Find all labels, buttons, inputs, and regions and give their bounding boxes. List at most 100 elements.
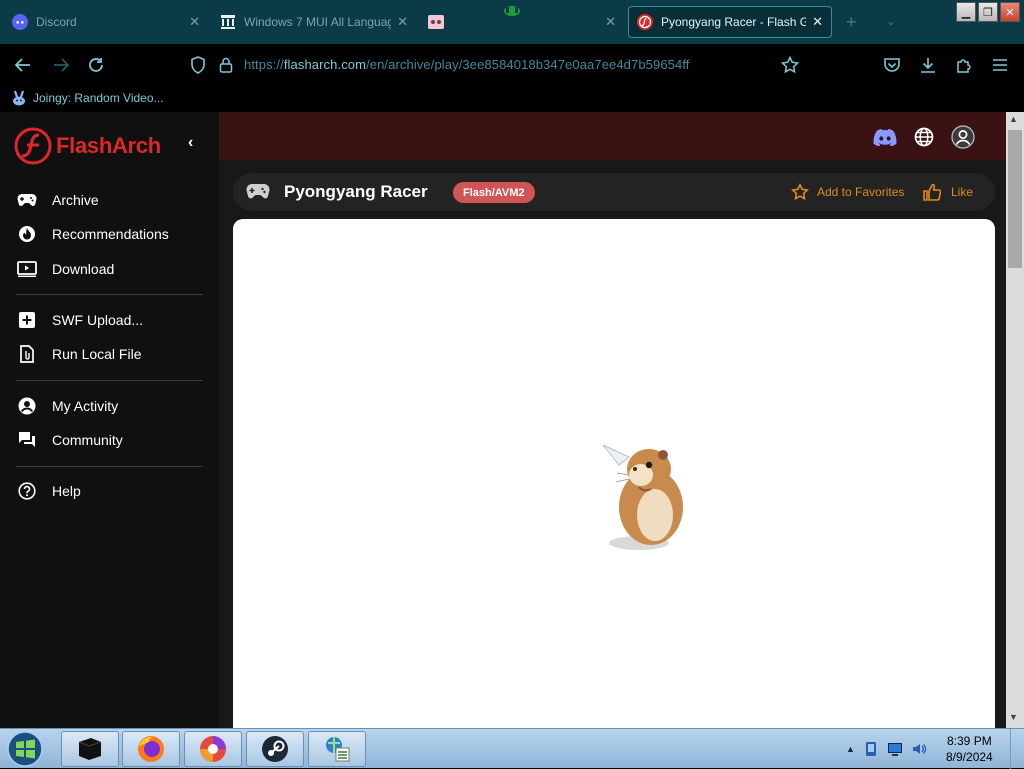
url-path: /en/archive/play/3ee8584018b347e0aa7ee4d… <box>366 57 690 72</box>
restore-button[interactable]: ❐ <box>978 2 998 22</box>
thumbs-up-icon <box>923 183 941 201</box>
windows-taskbar: ▲ 8:39 PM 8/9/2024 <box>0 728 1024 769</box>
anime-favicon <box>428 14 444 30</box>
clock-date: 8/9/2024 <box>946 750 993 764</box>
network-monitor-icon[interactable] <box>887 741 903 757</box>
like-button[interactable]: Like <box>923 183 973 201</box>
game-title: Pyongyang Racer <box>284 182 428 201</box>
show-hidden-icons-icon[interactable]: ▲ <box>846 744 855 754</box>
tab-pyongyang-racer[interactable]: Pyongyang Racer - Flash Game ✕ <box>628 6 832 38</box>
reload-icon[interactable] <box>85 54 107 76</box>
tab-label: Pyongyang Racer - Flash Game <box>661 15 806 29</box>
archive-building-icon <box>220 14 236 30</box>
add-to-favorites-button[interactable]: Add to Favorites <box>791 183 904 201</box>
pocket-icon[interactable] <box>881 54 903 76</box>
lock-icon[interactable] <box>215 54 237 76</box>
tab-label: Discord <box>36 15 77 29</box>
sidebar-item-label: Run Local File <box>52 346 142 362</box>
logo-text: FlashArch <box>56 133 161 158</box>
tab-discord[interactable]: Discord ✕ <box>4 6 208 38</box>
download-icon[interactable] <box>917 54 939 76</box>
forward-arrow-icon[interactable] <box>50 54 72 76</box>
scrollbar-thumb[interactable] <box>1008 130 1022 268</box>
flash-game-canvas[interactable] <box>233 219 995 728</box>
scroll-down-arrow-icon[interactable]: ▼ <box>1009 712 1018 722</box>
site-header <box>219 112 1006 160</box>
sidebar-item-swf-upload[interactable]: SWF Upload... <box>16 308 143 332</box>
chevron-left-icon[interactable]: ‹ <box>188 134 193 152</box>
taskbar-firefox[interactable] <box>122 731 180 767</box>
account-circle-icon <box>16 395 38 417</box>
sidebar-item-help[interactable]: Help <box>16 479 81 503</box>
show-desktop-button[interactable] <box>1010 729 1024 769</box>
main-content: Pyongyang Racer Flash/AVM2 Add to Favori… <box>219 112 1006 728</box>
sidebar-item-download[interactable]: Download <box>16 257 114 281</box>
sidebar-item-label: Community <box>52 432 123 448</box>
scroll-up-arrow-icon[interactable]: ▲ <box>1009 114 1018 124</box>
sidebar-divider <box>16 380 203 381</box>
gamepad-icon <box>246 184 270 199</box>
sidebar-item-archive[interactable]: Archive <box>16 188 99 212</box>
minimize-button[interactable]: ▁ <box>956 2 976 22</box>
page-scrollbar[interactable]: ▲ ▼ <box>1006 112 1024 728</box>
new-tab-icon[interactable]: + <box>846 12 857 33</box>
discord-icon[interactable] <box>873 125 897 149</box>
game-title-bar: Pyongyang Racer Flash/AVM2 Add to Favori… <box>233 173 995 211</box>
user-avatar-icon[interactable] <box>951 125 975 149</box>
back-arrow-icon[interactable] <box>12 54 34 76</box>
sidebar: FlashArch ‹ Archive Recommendations Down… <box>0 112 219 728</box>
taskbar-network-app[interactable] <box>308 731 366 767</box>
firefox-icon <box>138 736 164 762</box>
bunny-icon <box>13 90 25 106</box>
sidebar-item-run-local-file[interactable]: Run Local File <box>16 342 142 366</box>
tab-label: Windows 7 MUI All Languages <box>244 15 392 29</box>
start-button[interactable] <box>5 730 45 768</box>
sidebar-item-label: Download <box>52 261 115 277</box>
close-tab-icon[interactable]: ✕ <box>812 14 823 30</box>
url-host: flasharch.com <box>283 57 367 72</box>
sidebar-item-label: Help <box>52 483 81 499</box>
browser-tab-bar: Discord ✕ Windows 7 MUI All Languages ✕ … <box>0 0 1024 44</box>
flasharch-logo[interactable]: FlashArch <box>13 126 161 166</box>
globe-icon[interactable] <box>912 125 936 149</box>
fire-icon <box>16 223 38 245</box>
close-tab-icon[interactable]: ✕ <box>397 14 408 30</box>
sidebar-divider <box>16 466 203 467</box>
steam-icon <box>262 736 288 762</box>
browser-nav-bar: https://flasharch.com/en/archive/play/3e… <box>0 44 1024 86</box>
sidebar-item-label: Archive <box>52 192 99 208</box>
bookmark-label: Joingy: Random Video... <box>33 91 164 105</box>
url-prefix: https:// <box>244 57 284 72</box>
platform-badge: Flash/AVM2 <box>453 182 535 203</box>
flasharch-logo-icon <box>14 127 52 165</box>
phone-device-icon[interactable] <box>863 741 879 757</box>
hamburger-menu-icon[interactable] <box>989 54 1011 76</box>
sidebar-item-community[interactable]: Community <box>16 428 123 452</box>
tab-anime[interactable]: ✕ <box>420 6 624 38</box>
bookmark-star-icon[interactable] <box>779 54 801 76</box>
taskbar-steam[interactable] <box>246 731 304 767</box>
system-clock[interactable]: 8:39 PM 8/9/2024 <box>946 733 993 765</box>
sidebar-item-label: Recommendations <box>52 226 169 242</box>
black-cube-icon <box>78 738 102 760</box>
star-icon <box>791 183 809 201</box>
shield-icon[interactable] <box>187 54 209 76</box>
bookmark-joingy[interactable]: Joingy: Random Video... <box>10 90 164 106</box>
extensions-icon[interactable] <box>953 54 975 76</box>
sidebar-item-recommendations[interactable]: Recommendations <box>16 222 169 246</box>
plus-box-icon <box>16 309 38 331</box>
chevron-down-icon[interactable]: ⌄ <box>886 14 896 28</box>
sidebar-divider <box>16 294 203 295</box>
sidebar-item-my-activity[interactable]: My Activity <box>16 394 118 418</box>
play-box-icon <box>16 258 38 280</box>
help-circle-icon <box>16 480 38 502</box>
forum-icon <box>16 429 38 451</box>
taskbar-cube-app[interactable] <box>61 731 119 767</box>
close-window-button[interactable]: ✕ <box>1000 2 1020 22</box>
volume-speaker-icon[interactable] <box>911 741 927 757</box>
tab-windows7-mui[interactable]: Windows 7 MUI All Languages ✕ <box>212 6 416 38</box>
taskbar-swirl-app[interactable] <box>184 731 242 767</box>
close-tab-icon[interactable]: ✕ <box>189 14 200 30</box>
url-bar[interactable]: https://flasharch.com/en/archive/play/3e… <box>244 57 690 72</box>
close-tab-icon[interactable]: ✕ <box>605 14 616 30</box>
